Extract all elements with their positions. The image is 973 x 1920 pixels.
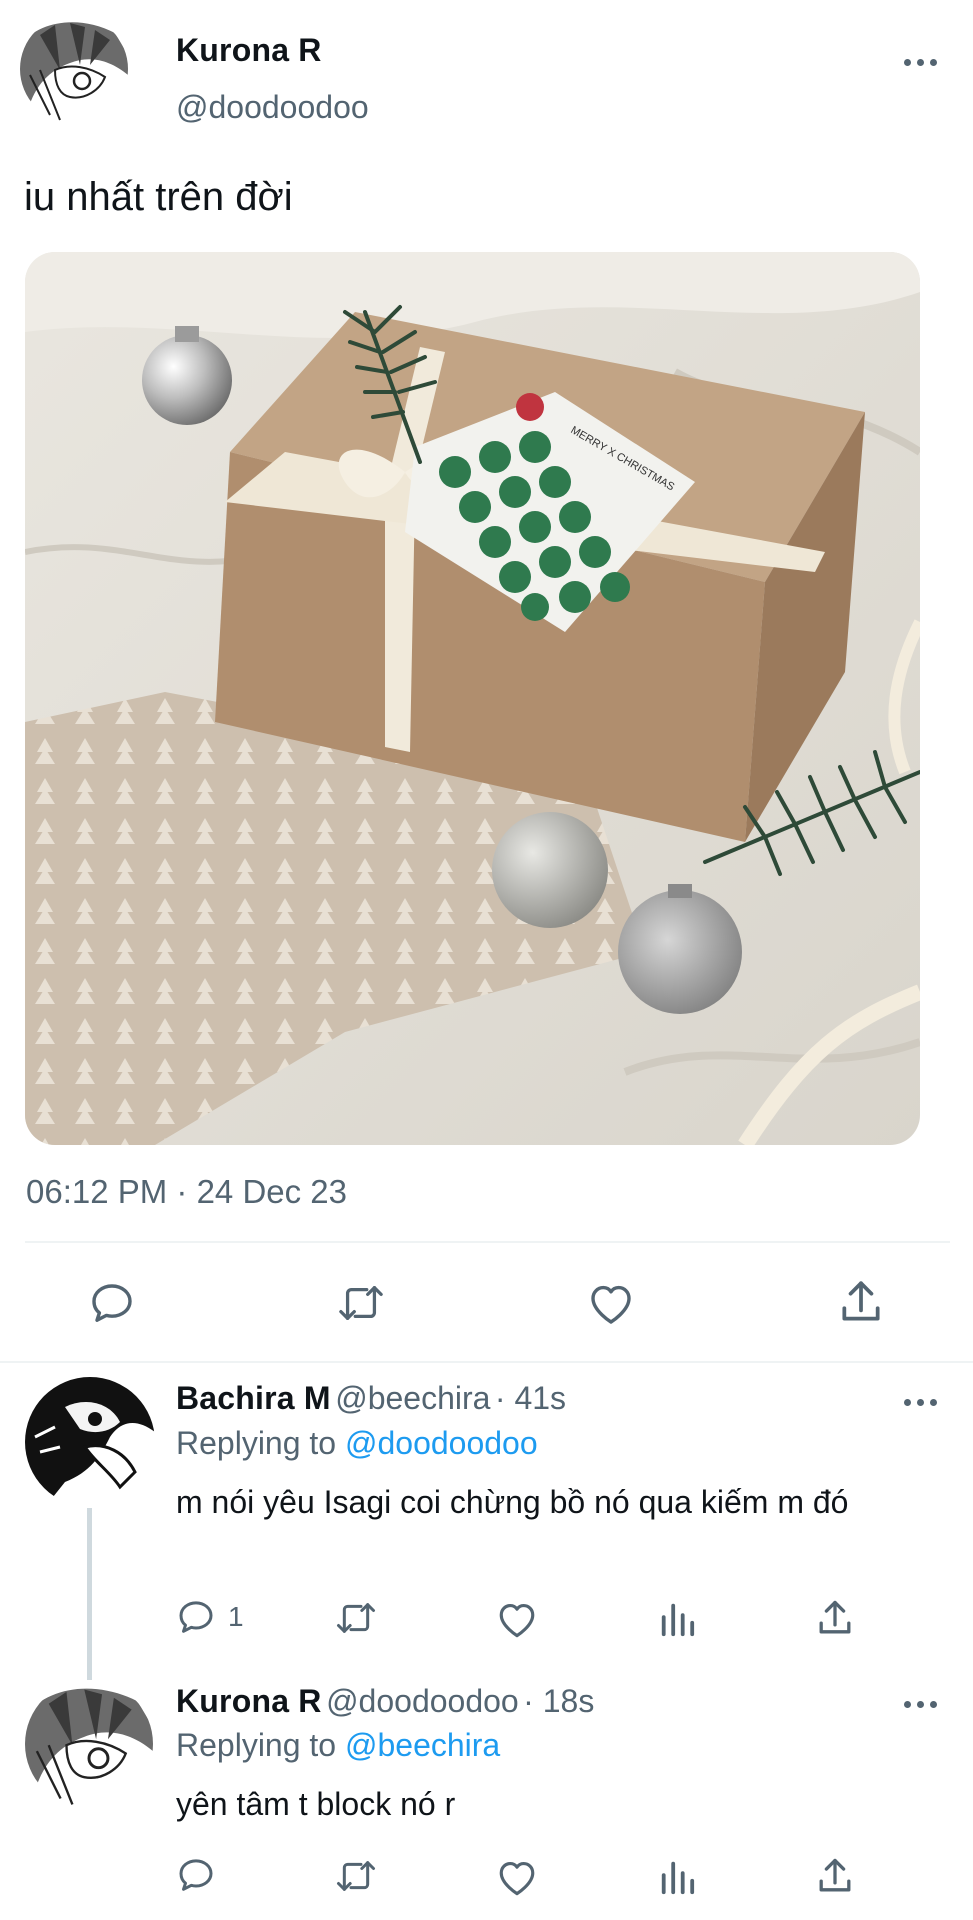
reply-time[interactable]: · 41s xyxy=(495,1380,566,1416)
avatar-image xyxy=(25,1377,155,1507)
reply-author-name[interactable]: Kurona R xyxy=(176,1683,322,1719)
author-name[interactable]: Kurona R xyxy=(176,32,322,69)
avatar[interactable] xyxy=(25,1680,153,1808)
reply-author-name[interactable]: Bachira M xyxy=(176,1380,331,1416)
analytics-icon[interactable] xyxy=(658,1600,696,1638)
tweet-photo[interactable]: MERRY X CHRISTMAS xyxy=(25,252,920,1145)
like-icon[interactable] xyxy=(587,1280,635,1326)
reply-count: 1 xyxy=(228,1601,244,1632)
analytics-icon[interactable] xyxy=(658,1858,696,1896)
replying-to-link[interactable]: @doodoodoo xyxy=(345,1425,538,1461)
author-handle[interactable]: @doodoodoo xyxy=(176,89,369,126)
divider xyxy=(25,1241,950,1243)
reply-author-handle[interactable]: @beechira xyxy=(335,1380,490,1416)
thread-line xyxy=(87,1508,92,1680)
reply-header: Bachira M @beechira · 41s xyxy=(176,1380,566,1417)
divider xyxy=(0,1361,973,1363)
reply-text: yên tâm t block nó r xyxy=(176,1786,456,1822)
reply-icon[interactable] xyxy=(88,1279,136,1327)
replying-to: Replying to @beechira xyxy=(176,1727,500,1764)
reply-header: Kurona R @doodoodoo · 18s xyxy=(176,1683,594,1720)
reply-time[interactable]: · 18s xyxy=(523,1683,594,1719)
replying-to: Replying to @doodoodoo xyxy=(176,1425,538,1462)
avatar-image xyxy=(25,1680,153,1808)
avatar-image xyxy=(20,15,128,123)
avatar[interactable] xyxy=(20,15,128,123)
share-icon[interactable] xyxy=(816,1855,854,1897)
reply-text: m nói yêu Isagi coi chừng bồ nó qua kiếm… xyxy=(176,1484,849,1520)
reply-icon[interactable] xyxy=(176,1855,216,1895)
reply-author-handle[interactable]: @doodoodoo xyxy=(326,1683,519,1719)
more-options-icon[interactable] xyxy=(900,1694,940,1714)
more-options-icon[interactable] xyxy=(900,1392,940,1412)
reply-icon[interactable]: 1 xyxy=(176,1597,244,1637)
like-icon[interactable] xyxy=(496,1857,538,1897)
share-icon[interactable] xyxy=(838,1277,884,1327)
replying-label: Replying to xyxy=(176,1425,337,1461)
share-icon[interactable] xyxy=(816,1597,854,1639)
retweet-icon[interactable] xyxy=(334,1856,378,1896)
replying-to-link[interactable]: @beechira xyxy=(345,1727,500,1763)
tweet-timestamp[interactable]: 06:12 PM · 24 Dec 23 xyxy=(26,1173,347,1211)
gift-photo-illustration: MERRY X CHRISTMAS xyxy=(25,252,920,1145)
like-icon[interactable] xyxy=(496,1599,538,1639)
retweet-icon[interactable] xyxy=(336,1280,386,1326)
more-options-icon[interactable] xyxy=(900,52,940,72)
replying-label: Replying to xyxy=(176,1727,337,1763)
tweet-text: iu nhất trên đời xyxy=(24,175,293,219)
avatar[interactable] xyxy=(25,1377,155,1507)
retweet-icon[interactable] xyxy=(334,1598,378,1638)
